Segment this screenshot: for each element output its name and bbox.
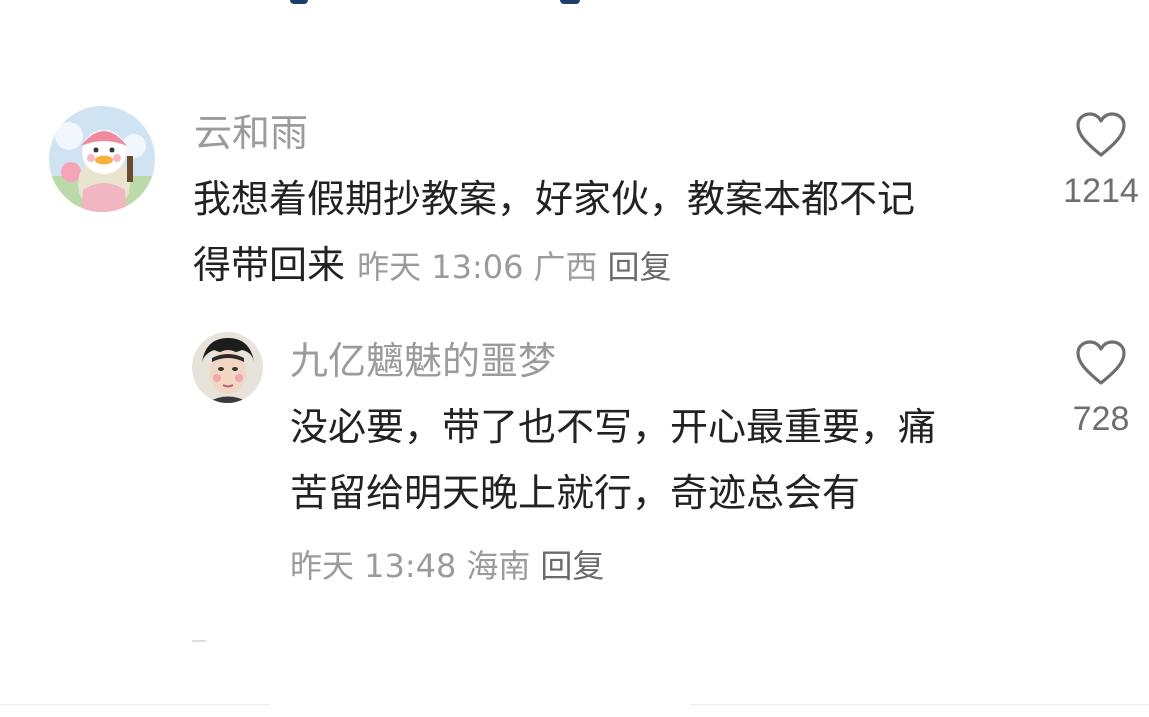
avatar[interactable] (49, 106, 155, 212)
reply-text: 没必要，带了也不写，开心最重要，痛 苦留给明天晚上就行，奇迹总会有 (290, 394, 936, 526)
avatar[interactable] (192, 332, 263, 403)
reply-meta: 昨天 13:48 海南 回复 (290, 541, 614, 587)
comment-time: 昨天 13:06 (357, 248, 524, 286)
like-button[interactable]: 728 (1056, 340, 1146, 439)
reply-username[interactable]: 九亿魑魅的噩梦 (290, 342, 556, 380)
like-count: 1214 (1063, 172, 1139, 210)
reply-location: 海南 (466, 547, 531, 585)
heart-outline-icon[interactable] (1075, 112, 1127, 158)
like-count: 728 (1072, 400, 1130, 438)
comment-text-line: 得带回来 (193, 243, 346, 287)
reply-button[interactable]: 回复 (540, 547, 604, 585)
reply-button[interactable]: 回复 (608, 248, 672, 286)
comment-text: 我想着假期抄教案，好家伙，教案本都不记 得带回来 昨天 13:06 广西 回复 (193, 166, 915, 300)
top-decoration (290, 0, 590, 6)
comment-username[interactable]: 云和雨 (194, 114, 308, 152)
comment-meta: 昨天 13:06 广西 回复 (357, 248, 681, 286)
comment-text-line: 我想着假期抄教案，好家伙，教案本都不记 (193, 177, 916, 221)
heart-outline-icon[interactable] (1075, 340, 1127, 386)
divider (192, 640, 206, 642)
reply-text-line: 苦留给明天晚上就行，奇迹总会有 (290, 471, 861, 515)
reply-time: 昨天 13:48 (290, 547, 457, 585)
reply-text-line: 没必要，带了也不写，开心最重要，痛 (290, 405, 937, 449)
comment-location: 广西 (533, 248, 598, 286)
like-button[interactable]: 1214 (1056, 112, 1146, 211)
